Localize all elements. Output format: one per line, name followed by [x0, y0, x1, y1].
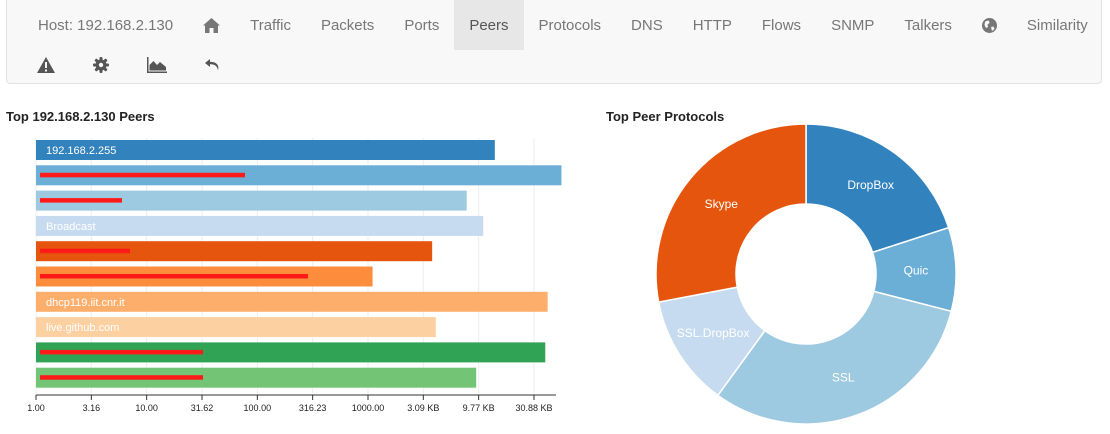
x-tick-label: 1000.00 [352, 403, 385, 413]
tab-flows[interactable]: Flows [747, 0, 816, 50]
undo-icon [205, 59, 219, 71]
protocol-slice[interactable] [716, 290, 953, 425]
tab-similarity[interactable]: Similarity [1012, 0, 1103, 50]
x-tick-label: 9.77 KB [463, 403, 495, 413]
peers-bar-chart: 1.00 3.16 10.00 31.62 100.00 316.23 1000.00 3.0… [27, 138, 562, 413]
host-navbar: Host: 192.168.2.130 Traffic Packets Port… [6, 0, 1102, 84]
protocol-slice-label: SSL [832, 370, 855, 384]
home-icon [203, 17, 221, 33]
x-tick-label: 316.23 [299, 403, 327, 413]
tab-traffic[interactable]: Traffic [235, 0, 306, 50]
redaction-mark [40, 274, 308, 279]
protocol-slice-label: DropBox [847, 178, 894, 192]
x-tick-label: 3.09 KB [407, 403, 439, 413]
protocols-donut-chart: DropBox Quic SSL SSL.DropBox Skype [655, 123, 957, 425]
peer-bar[interactable] [36, 215, 484, 236]
tab-peers[interactable]: Peers [454, 0, 524, 50]
redaction-mark [40, 375, 203, 380]
peer-bar-label: 192.168.2.255 [46, 145, 116, 157]
tab-packets[interactable]: Packets [306, 0, 389, 50]
settings-button[interactable] [74, 42, 128, 88]
redaction-mark [40, 172, 245, 178]
tab-protocols[interactable]: Protocols [524, 0, 617, 50]
x-tick-label: 31.62 [191, 403, 214, 413]
warning-icon [37, 57, 55, 73]
peer-bar-label: live.github.com [46, 322, 119, 334]
redaction-mark [40, 248, 130, 254]
tab-talkers[interactable]: Talkers [889, 0, 967, 50]
globe-icon [981, 17, 997, 33]
x-tick-label: 1.00 [27, 403, 45, 413]
tab-http[interactable]: HTTP [678, 0, 747, 50]
redaction-mark [40, 349, 203, 355]
x-tick-label: 100.00 [244, 403, 272, 413]
geomap-tab[interactable] [967, 0, 1012, 50]
protocol-slice[interactable] [655, 123, 807, 303]
protocol-slice-label: Skype [705, 197, 739, 211]
tab-snmp[interactable]: SNMP [816, 0, 889, 50]
protocol-slice-label: Quic [904, 264, 929, 278]
tab-dns[interactable]: DNS [616, 0, 678, 50]
peers-title: Top 192.168.2.130 Peers [6, 109, 155, 124]
redaction-mark [40, 198, 122, 203]
x-tick-label: 10.00 [135, 403, 158, 413]
area-chart-icon [147, 57, 167, 73]
alerts-button[interactable] [7, 42, 74, 88]
x-tick-label: 30.88 KB [515, 403, 552, 413]
historical-chart-button[interactable] [128, 42, 186, 88]
gear-icon [93, 57, 109, 73]
back-button[interactable] [186, 42, 240, 88]
navbar-row-secondary [7, 42, 240, 88]
peer-bar-label: dhcp119.iit.cnr.it [46, 297, 125, 309]
protocol-slice-label: SSL.DropBox [677, 326, 750, 340]
x-tick-label: 3.16 [83, 403, 101, 413]
peer-bar-label: Broadcast [46, 221, 96, 233]
tab-ports[interactable]: Ports [389, 0, 454, 50]
